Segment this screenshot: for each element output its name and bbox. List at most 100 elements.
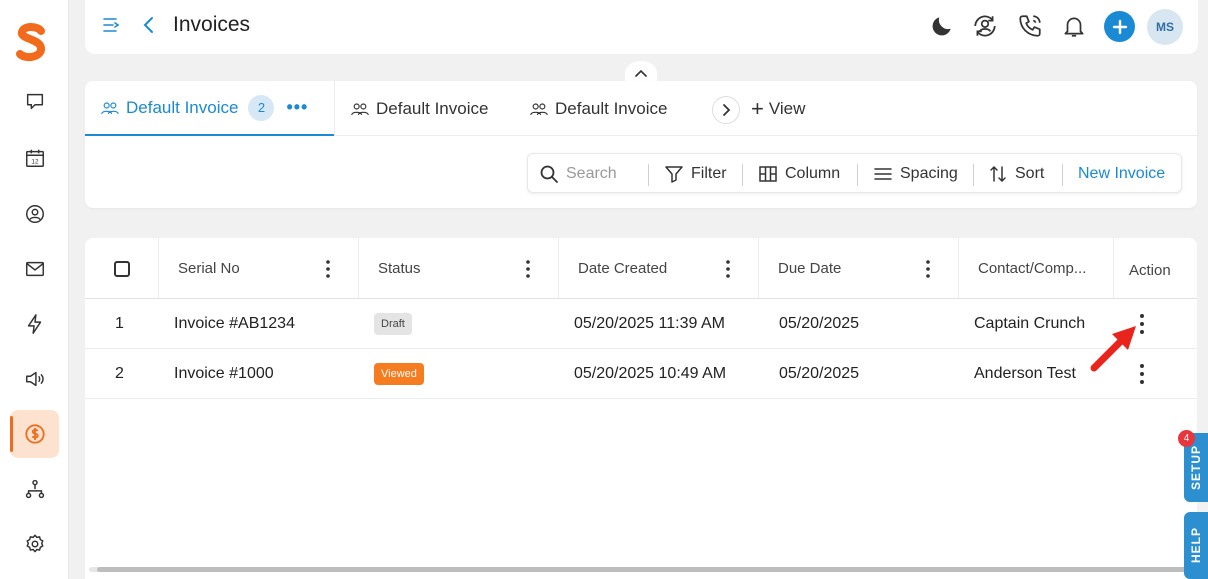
sidebar-item-workflow[interactable] — [10, 465, 59, 513]
header-contact[interactable]: Contact/Comp... — [959, 238, 1114, 299]
sidebar-item-automation[interactable] — [10, 300, 59, 348]
row-index: 1 — [115, 315, 124, 332]
tab-label: Default Invoice — [555, 98, 668, 118]
tabs-scroll-right-button[interactable] — [712, 96, 740, 124]
view-tabs: Default Invoice 2 ••• Default Invoice De… — [85, 81, 1197, 136]
column-header-label: Status — [378, 260, 421, 277]
payments-icon — [24, 424, 45, 444]
annotation-arrow-icon — [1090, 326, 1136, 372]
sidebar-item-email[interactable] — [10, 245, 59, 293]
tab-label: Default Invoice — [126, 97, 239, 117]
column-menu-icon[interactable] — [926, 260, 930, 278]
tab-default-invoice-1[interactable]: Default Invoice 2 ••• — [85, 81, 334, 136]
column-header-label: Contact/Comp... — [978, 260, 1087, 277]
select-all-header — [85, 238, 159, 299]
sidebar-item-contacts[interactable] — [10, 190, 59, 238]
settings-icon — [25, 534, 44, 553]
invoice-serial[interactable]: Invoice #1000 — [174, 349, 274, 399]
search-field[interactable]: Search — [539, 154, 617, 194]
filter-button[interactable]: Filter — [664, 154, 727, 194]
header-serial-no[interactable]: Serial No — [159, 238, 359, 299]
row-index: 2 — [115, 365, 124, 382]
user-avatar[interactable]: MS — [1147, 9, 1183, 45]
page-title: Invoices — [173, 13, 251, 36]
user-sync-icon — [974, 15, 996, 37]
tab-more-button[interactable]: ••• — [286, 97, 308, 118]
contact-name[interactable]: Anderson Test — [974, 349, 1076, 399]
workflow-icon — [25, 479, 44, 499]
sidebar-item-calendar[interactable]: 12 — [10, 134, 59, 182]
date-created: 05/20/2025 11:39 AM — [574, 315, 725, 332]
contacts-icon — [25, 205, 44, 223]
search-placeholder: Search — [566, 165, 617, 182]
search-icon — [540, 165, 558, 183]
sidebar-item-conversations[interactable] — [10, 78, 59, 126]
status-cell: Viewed — [374, 349, 424, 399]
header-due-date[interactable]: Due Date — [759, 238, 959, 299]
app-logo[interactable] — [14, 22, 48, 62]
tab-label: Default Invoice — [376, 98, 489, 118]
sidebar: 12 — [0, 0, 69, 579]
spacing-button[interactable]: Spacing — [873, 154, 958, 194]
status-badge: Viewed — [374, 363, 424, 385]
filter-icon — [665, 166, 683, 183]
dark-mode-toggle[interactable] — [927, 11, 957, 41]
help-label: HELP — [1189, 527, 1203, 564]
table-row[interactable]: 1 Invoice #AB1234 Draft 05/20/2025 11:39… — [85, 299, 1197, 349]
column-header-label: Date Created — [578, 260, 668, 277]
invoices-table: Serial No Status Date Created Due Date C… — [85, 238, 1197, 579]
date-created: 05/20/2025 10:49 AM — [574, 365, 727, 382]
users-icon — [101, 101, 119, 114]
column-menu-icon[interactable] — [526, 260, 530, 278]
column-menu-icon[interactable] — [326, 260, 330, 278]
contact-name[interactable]: Captain Crunch — [974, 299, 1085, 349]
header-status[interactable]: Status — [359, 238, 559, 299]
spacing-icon — [874, 168, 892, 180]
back-chevron-icon[interactable] — [139, 14, 159, 36]
users-icon — [530, 102, 548, 115]
help-tab[interactable]: HELP — [1184, 512, 1208, 579]
marketing-icon — [25, 371, 44, 387]
sidebar-item-payments[interactable] — [10, 410, 59, 458]
tab-default-invoice-2[interactable]: Default Invoice — [350, 81, 488, 136]
select-all-checkbox[interactable] — [113, 260, 130, 277]
due-date: 05/20/2025 — [779, 365, 860, 382]
bell-icon — [1064, 17, 1084, 37]
sort-button[interactable]: Sort — [988, 154, 1044, 194]
tab-default-invoice-3[interactable]: Default Invoice — [529, 81, 667, 136]
menu-toggle-icon[interactable] — [101, 15, 121, 35]
notifications-button[interactable] — [1059, 11, 1089, 41]
chevron-right-icon — [723, 104, 731, 116]
sidebar-item-settings[interactable] — [10, 520, 59, 568]
toolbar-divider — [1062, 164, 1063, 186]
phone-button[interactable] — [1015, 11, 1045, 41]
add-view-label: View — [768, 98, 806, 118]
column-button[interactable]: Column — [758, 154, 840, 194]
tab-count-badge: 2 — [248, 94, 275, 121]
svg-text:12: 12 — [31, 159, 39, 166]
column-header-label: Serial No — [178, 260, 240, 277]
invoice-serial[interactable]: Invoice #AB1234 — [174, 299, 295, 349]
scrollbar-thumb[interactable] — [97, 567, 1187, 572]
horizontal-scrollbar[interactable] — [89, 567, 1193, 572]
column-header-label: Due Date — [778, 260, 842, 277]
sidebar-item-marketing[interactable] — [10, 355, 59, 403]
sort-label: Sort — [1015, 165, 1045, 182]
filter-label: Filter — [691, 165, 727, 182]
new-invoice-button[interactable]: New Invoice — [1078, 154, 1165, 194]
view-card: Default Invoice 2 ••• Default Invoice De… — [85, 81, 1197, 208]
users-icon — [351, 102, 369, 115]
table-row[interactable]: 2 Invoice #1000 Viewed 05/20/2025 10:49 … — [85, 349, 1197, 399]
column-menu-icon[interactable] — [726, 260, 730, 278]
chevron-up-icon — [635, 69, 647, 77]
top-header: Invoices MS — [85, 0, 1198, 54]
status-badge: Draft — [374, 313, 412, 335]
switch-account-button[interactable] — [970, 11, 1000, 41]
sort-icon — [990, 166, 1006, 182]
setup-label: SETUP — [1189, 444, 1203, 490]
toolbar-divider — [648, 164, 649, 186]
add-view-button[interactable]: + View — [751, 81, 805, 136]
column-header-label: Action — [1129, 262, 1171, 279]
quick-add-button[interactable] — [1104, 11, 1135, 42]
header-date-created[interactable]: Date Created — [559, 238, 759, 299]
